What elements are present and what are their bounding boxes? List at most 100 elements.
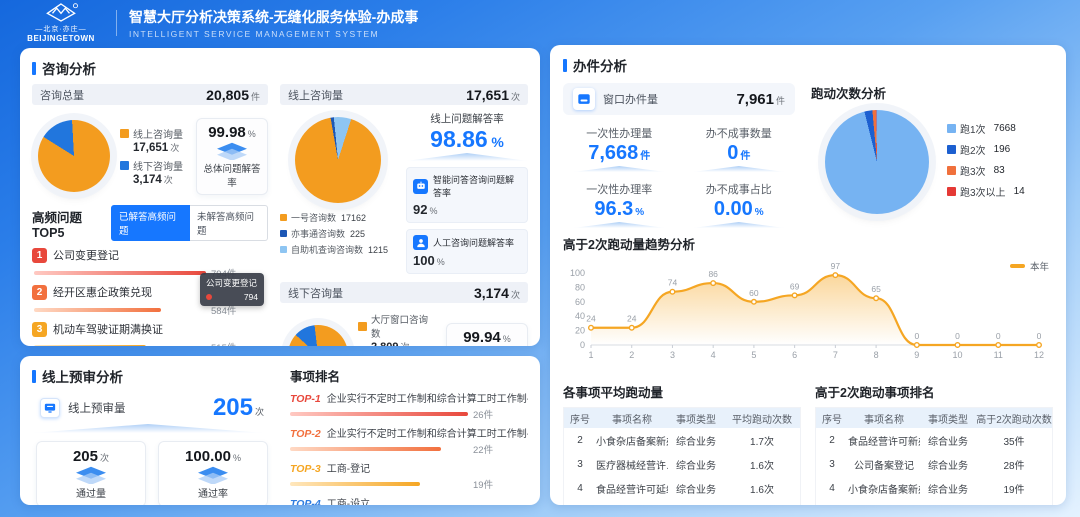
- bar: [290, 447, 441, 451]
- trend-chart[interactable]: 本年 0204060801001234567891011122424748660…: [563, 257, 1053, 374]
- legend-swatch-blue: [120, 161, 129, 170]
- legend-line-swatch: [1010, 264, 1025, 268]
- manual-qa-rate-box: 人工咨询问题解答率 100%: [406, 229, 528, 274]
- svg-text:10: 10: [953, 350, 963, 360]
- table-header-cell: 事项名称: [848, 411, 920, 426]
- logo-gem-icon: [44, 2, 78, 23]
- overall-rate-label: 总体问题解答率: [199, 161, 265, 189]
- svg-text:0: 0: [996, 331, 1001, 341]
- table-cell: 食品经营许可延续: [596, 481, 668, 496]
- over2-runs-table[interactable]: 序号事项名称事项类型高于2次跑动次数2食品经营许可新办综合业务35件3公司备案登…: [815, 407, 1053, 505]
- table-cell: 1.7次: [724, 433, 800, 448]
- chart-tooltip: 公司变更登记 794: [200, 273, 264, 306]
- table-header-cell: 事项名称: [596, 411, 668, 426]
- table-row[interactable]: 2食品经营许可新办综合业务35件: [816, 428, 1052, 452]
- legend-item: 跑1次7668: [947, 121, 1025, 136]
- table-cell: 19件: [976, 481, 1052, 496]
- svg-text:4: 4: [711, 350, 716, 360]
- table-row[interactable]: 4小食杂店备案新办综合业务19件: [816, 476, 1052, 500]
- smart-qa-rate-box: 智能问答咨询问题解答率 92%: [406, 167, 528, 223]
- over2-table-title: 高于2次跑动事项排名: [815, 382, 1053, 401]
- svg-text:24: 24: [627, 314, 637, 324]
- table-cell: 小食杂店备案新办: [848, 481, 920, 496]
- table-cell: 15件: [976, 505, 1052, 506]
- legend-item: 一号咨询数17162: [280, 211, 396, 224]
- legend-item: 自助机查询咨询数1215: [280, 243, 396, 256]
- table-cell: 综合业务: [668, 433, 724, 448]
- stat-fail-count: 办不成事数量 0件: [683, 123, 796, 172]
- svg-text:80: 80: [575, 282, 585, 292]
- table-row[interactable]: 5因公司合并（分…综合业务1.5次: [564, 500, 800, 505]
- window-icon: [573, 88, 595, 110]
- svg-text:60: 60: [575, 297, 585, 307]
- table-cell: 1.5次: [724, 505, 800, 506]
- trend-line-svg: 0204060801001234567891011122424748660699…: [563, 257, 1053, 374]
- table-cell: 小餐饮店新办: [848, 505, 920, 506]
- svg-text:7: 7: [833, 350, 838, 360]
- ranking-item[interactable]: TOP-2企业实行不定时工作制和综合计算工时工作制-延续 22件: [290, 425, 528, 456]
- table-header-cell: 序号: [564, 411, 596, 426]
- table-cell: 食品经营许可新办: [848, 433, 920, 448]
- top5-title: 高频问题TOP5: [32, 207, 111, 240]
- runs-title: 跑动次数分析: [811, 83, 1053, 102]
- consult-total-pie-chart[interactable]: [38, 120, 110, 192]
- diamond-stack-icon: [194, 466, 232, 484]
- table-header-cell: 平均跑动次数: [724, 411, 800, 426]
- tab-unanswered-questions[interactable]: 未解答高频问题: [190, 205, 268, 241]
- svg-text:0: 0: [955, 331, 960, 341]
- preview-monitor-icon: [40, 398, 60, 418]
- bar: [290, 412, 468, 416]
- bar: [34, 271, 206, 275]
- top5-item[interactable]: 3机动车驾驶证期满换证 515件: [32, 321, 268, 346]
- offline-consult-header: 线下咨询量 3,174次: [280, 282, 528, 303]
- robot-icon: [413, 179, 428, 194]
- avg-runs-table[interactable]: 序号事项名称事项类型平均跑动次数 2小食杂店备案新办综合业务1.7次3医疗器械经营…: [563, 407, 801, 505]
- tab-answered-questions[interactable]: 已解答高频问题: [111, 205, 190, 241]
- table-row[interactable]: 4食品经营许可延续综合业务1.6次: [564, 476, 800, 500]
- online-rate-value: 98.86 %: [406, 126, 528, 153]
- table-cell: 3: [564, 459, 596, 470]
- svg-text:0: 0: [914, 331, 919, 341]
- diamond-stack-icon: [72, 466, 110, 484]
- window-volume-card: 窗口办件量 7,961件: [563, 83, 795, 115]
- table-cell: 3: [816, 459, 848, 470]
- ranking-item[interactable]: TOP-4工商-设立 11件: [290, 495, 528, 505]
- table-cell: 综合业务: [920, 505, 976, 506]
- table-cell: 综合业务: [920, 457, 976, 472]
- svg-text:97: 97: [831, 261, 841, 271]
- offline-pie-chart[interactable]: [288, 325, 348, 347]
- table-row[interactable]: 5小餐饮店新办综合业务15件: [816, 500, 1052, 505]
- table-header-cell: 序号: [816, 411, 848, 426]
- table-cell: 2: [816, 435, 848, 446]
- legend-item: 线上咨询量: [120, 126, 186, 141]
- svg-text:24: 24: [586, 314, 596, 324]
- logo-cn-text: —北京·亦庄—: [35, 24, 86, 34]
- bar: [34, 308, 161, 312]
- bar: [34, 345, 146, 346]
- table-cell: 综合业务: [920, 433, 976, 448]
- title-accent-bar: [32, 62, 36, 75]
- online-rate-label: 线上问题解答率: [406, 111, 528, 126]
- svg-text:9: 9: [914, 350, 919, 360]
- svg-text:60: 60: [749, 288, 759, 298]
- svg-text:69: 69: [790, 281, 800, 291]
- runs-pie-chart[interactable]: [825, 110, 929, 214]
- online-consult-header: 线上咨询量 17,651次: [280, 84, 528, 105]
- svg-text:100: 100: [570, 268, 585, 278]
- table-row[interactable]: 3医疗器械经营许…综合业务1.6次: [564, 452, 800, 476]
- table-cell: 小食杂店备案新办: [596, 433, 668, 448]
- online-pie-chart[interactable]: [295, 117, 381, 203]
- preview-panel-title: 线上预审分析: [42, 366, 123, 386]
- consult-total-label: 咨询总量: [40, 87, 84, 103]
- ranking-item[interactable]: TOP-3工商-登记 19件: [290, 460, 528, 491]
- table-cell: 因公司合并（分…: [596, 505, 668, 506]
- table-header-cell: 事项类型: [668, 411, 724, 426]
- app-logo: —北京·亦庄— BEIJINGETOWN: [18, 2, 104, 43]
- svg-text:0: 0: [580, 340, 585, 350]
- trend-legend[interactable]: 本年: [1010, 259, 1049, 273]
- svg-text:40: 40: [575, 311, 585, 321]
- table-row[interactable]: 3公司备案登记综合业务28件: [816, 452, 1052, 476]
- table-row[interactable]: 2小食杂店备案新办综合业务1.7次: [564, 428, 800, 452]
- svg-text:2: 2: [629, 350, 634, 360]
- ranking-item[interactable]: TOP-1企业实行不定时工作制和综合计算工时工作制-新办 26件: [290, 390, 528, 421]
